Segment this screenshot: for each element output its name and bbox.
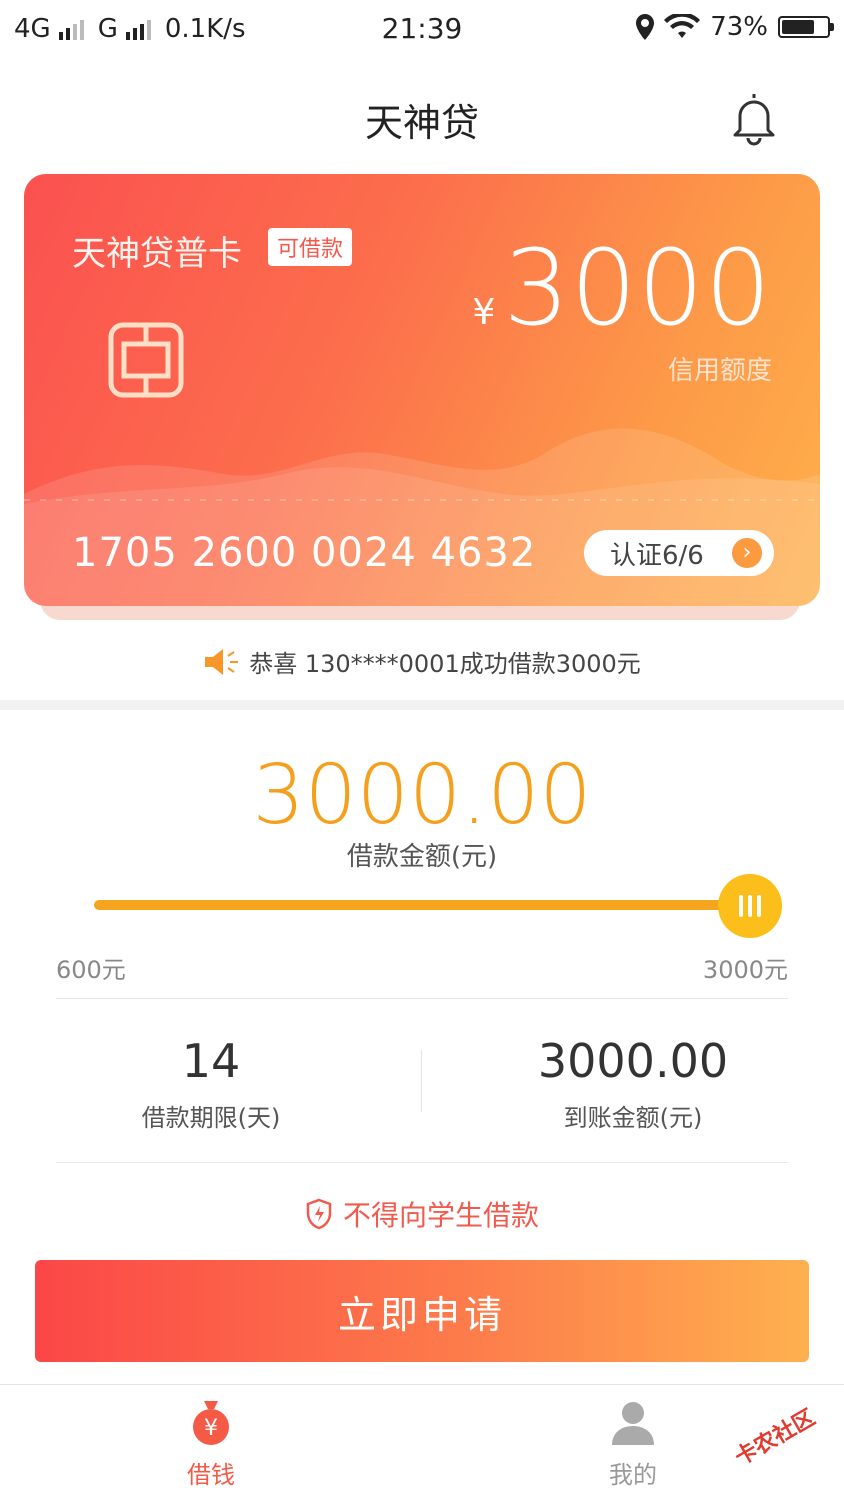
location-icon bbox=[636, 14, 655, 40]
page-title: 天神贷 bbox=[364, 101, 479, 145]
battery-icon bbox=[778, 16, 834, 38]
amount-slider-handle[interactable] bbox=[718, 874, 782, 938]
tab-borrow[interactable]: ¥ 借钱 bbox=[0, 1397, 422, 1490]
credit-limit-label: 信用额度 bbox=[667, 356, 772, 386]
shield-icon bbox=[306, 1198, 332, 1230]
verification-button[interactable]: 认证6/6 › bbox=[584, 530, 774, 576]
loan-amount-value: 3000.00 bbox=[252, 748, 592, 843]
card-title: 天神贷普卡 bbox=[72, 234, 242, 274]
credit-limit-value: 3000 bbox=[503, 227, 772, 349]
currency-symbol: ¥ bbox=[472, 292, 496, 333]
warning-text: 不得向学生借款 bbox=[342, 1199, 539, 1232]
loan-amount-label: 借款金额(元) bbox=[346, 842, 498, 872]
slider-max-label: 3000元 bbox=[702, 956, 788, 984]
tab-borrow-label: 借钱 bbox=[187, 1461, 235, 1489]
credit-limit: ¥ 3000 bbox=[472, 236, 772, 340]
slider-min-label: 600元 bbox=[56, 956, 126, 984]
credit-card[interactable]: 天神贷普卡 可借款 ¥ 3000 信用额度 1705 2600 0024 463… bbox=[24, 174, 820, 606]
verification-label: 认证6/6 bbox=[610, 540, 704, 571]
wifi-icon bbox=[664, 14, 701, 38]
chevron-right-icon: › bbox=[732, 538, 762, 568]
user-icon bbox=[612, 1402, 654, 1445]
svg-text:¥: ¥ bbox=[204, 1416, 218, 1441]
loan-notice: 恭喜 130****0001成功借款3000元 bbox=[0, 644, 844, 679]
card-status-badge: 可借款 bbox=[268, 228, 353, 266]
notice-text: 恭喜 130****0001成功借款3000元 bbox=[249, 650, 641, 678]
received-amount-label: 到账金额(元) bbox=[563, 1104, 703, 1132]
bell-icon[interactable] bbox=[728, 90, 780, 146]
loan-term-label: 借款期限(天) bbox=[141, 1104, 281, 1132]
apply-button[interactable]: 立即申请 bbox=[35, 1260, 809, 1362]
tab-bar: ¥ 借钱 我的 bbox=[0, 1384, 844, 1501]
received-amount-value: 3000.00 bbox=[537, 1034, 729, 1088]
received-amount: 3000.00 到账金额(元) bbox=[422, 1034, 844, 1133]
divider bbox=[56, 998, 788, 999]
loan-term-value: 14 bbox=[181, 1034, 241, 1088]
student-warning: 不得向学生借款 bbox=[0, 1194, 844, 1234]
tab-mine-label: 我的 bbox=[609, 1461, 657, 1489]
divider bbox=[56, 1162, 788, 1163]
loan-term[interactable]: 14 借款期限(天) bbox=[0, 1034, 422, 1133]
card-number: 1705 2600 0024 4632 bbox=[72, 530, 537, 576]
money-bag-icon: ¥ bbox=[193, 1401, 229, 1445]
section-divider bbox=[0, 700, 844, 710]
status-right: 73% bbox=[636, 12, 834, 42]
card-waves-decoration bbox=[24, 428, 820, 606]
battery-percent: 73% bbox=[710, 12, 768, 42]
amount-slider-fill bbox=[94, 900, 750, 910]
status-bar: 4G G 0.1K/s 21:39 73% bbox=[0, 0, 844, 60]
speaker-icon bbox=[205, 648, 239, 675]
chip-icon bbox=[108, 322, 184, 398]
